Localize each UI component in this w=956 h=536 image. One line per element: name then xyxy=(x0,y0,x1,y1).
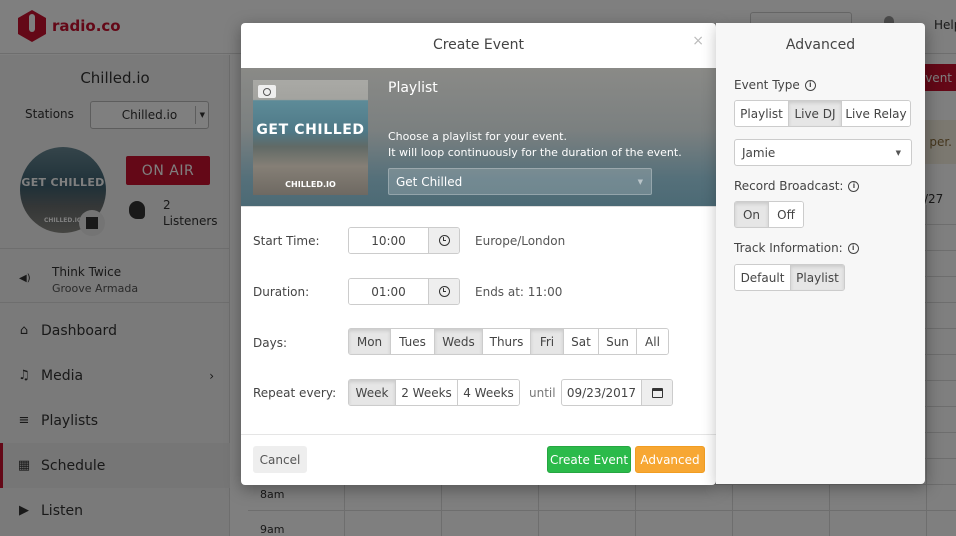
track-information-label: Track Information: i xyxy=(734,241,859,255)
playlist-select[interactable]: Get Chilled ▼ xyxy=(388,168,652,195)
advanced-panel: Advanced Event Type i Playlist Live DJ L… xyxy=(716,23,925,484)
playlist-section: GET CHILLED CHILLED.IO Playlist Choose a… xyxy=(241,68,716,207)
duration-input[interactable]: 01:00 xyxy=(348,278,460,305)
playlist-description-2: It will loop continuously for the durati… xyxy=(388,146,682,159)
timezone-label: Europe/London xyxy=(475,234,566,248)
record-on-button[interactable]: On xyxy=(735,202,769,227)
event-type-playlist-button[interactable]: Playlist xyxy=(735,101,789,126)
event-type-label-text: Event Type xyxy=(734,78,800,92)
record-off-button[interactable]: Off xyxy=(769,202,803,227)
record-broadcast-label: Record Broadcast: i xyxy=(734,179,860,193)
repeat-label: Repeat every: xyxy=(253,386,337,400)
calendar-icon xyxy=(651,387,663,398)
repeat-4-weeks-button[interactable]: 4 Weeks xyxy=(458,380,519,405)
clock-icon xyxy=(438,235,450,246)
event-type-live-relay-button[interactable]: Live Relay xyxy=(842,101,910,126)
playlist-art-title: GET CHILLED xyxy=(256,122,365,138)
duration-value[interactable]: 01:00 xyxy=(349,279,428,304)
days-button-group: Mon Tues Weds Thurs Fri Sat Sun All xyxy=(348,328,669,355)
playlist-heading: Playlist xyxy=(388,80,438,96)
day-all-button[interactable]: All xyxy=(637,329,668,354)
day-fri-button[interactable]: Fri xyxy=(531,329,564,354)
repeat-button-group: Week 2 Weeks 4 Weeks xyxy=(348,379,520,406)
info-icon[interactable]: i xyxy=(848,180,860,192)
day-sat-button[interactable]: Sat xyxy=(564,329,599,354)
until-label: until xyxy=(529,386,556,400)
start-time-picker-button[interactable] xyxy=(428,228,459,253)
create-event-button[interactable]: Create Event xyxy=(547,446,631,473)
playlist-art-subtitle: CHILLED.IO xyxy=(285,180,336,189)
repeat-2-weeks-button[interactable]: 2 Weeks xyxy=(396,380,458,405)
day-mon-button[interactable]: Mon xyxy=(349,329,391,354)
until-date-input[interactable]: 09/23/2017 xyxy=(561,379,673,406)
playlist-artwork[interactable]: GET CHILLED CHILLED.IO xyxy=(253,80,368,195)
info-icon[interactable]: i xyxy=(804,79,816,91)
create-event-modal: Create Event × GET CHILLED CHILLED.IO Pl… xyxy=(241,23,716,485)
track-information-toggle: Default Playlist xyxy=(734,264,845,291)
playlist-description-1: Choose a playlist for your event. xyxy=(388,130,567,143)
dj-select[interactable]: Jamie ▼ xyxy=(734,139,912,166)
caret-down-icon: ▼ xyxy=(637,177,643,186)
until-date-value[interactable]: 09/23/2017 xyxy=(562,380,641,405)
record-broadcast-label-text: Record Broadcast: xyxy=(734,179,844,193)
event-type-live-dj-button[interactable]: Live DJ xyxy=(789,101,842,126)
repeat-week-button[interactable]: Week xyxy=(349,380,396,405)
modal-title: Create Event xyxy=(432,37,525,53)
record-broadcast-toggle: On Off xyxy=(734,201,804,228)
advanced-button[interactable]: Advanced xyxy=(635,446,705,473)
footer-divider xyxy=(241,434,716,435)
day-thurs-button[interactable]: Thurs xyxy=(483,329,531,354)
start-time-input[interactable]: 10:00 xyxy=(348,227,460,254)
event-type-label: Event Type i xyxy=(734,78,816,92)
event-type-button-group: Playlist Live DJ Live Relay xyxy=(734,100,911,127)
start-time-value[interactable]: 10:00 xyxy=(349,228,428,253)
day-sun-button[interactable]: Sun xyxy=(599,329,637,354)
duration-label: Duration: xyxy=(253,285,310,299)
track-info-default-button[interactable]: Default xyxy=(735,265,791,290)
track-info-playlist-button[interactable]: Playlist xyxy=(791,265,844,290)
clock-icon xyxy=(438,286,450,297)
info-icon[interactable]: i xyxy=(847,242,859,254)
duration-picker-button[interactable] xyxy=(428,279,459,304)
days-label: Days: xyxy=(253,336,287,350)
day-weds-button[interactable]: Weds xyxy=(435,329,483,354)
dj-selected-value: Jamie xyxy=(742,145,776,160)
close-icon[interactable]: × xyxy=(692,33,704,49)
date-picker-button[interactable] xyxy=(641,380,672,405)
ends-at-label: Ends at: 11:00 xyxy=(475,285,563,299)
track-information-label-text: Track Information: xyxy=(734,241,843,255)
start-time-label: Start Time: xyxy=(253,234,320,248)
advanced-title: Advanced xyxy=(785,37,856,53)
cancel-button[interactable]: Cancel xyxy=(253,446,307,473)
day-tues-button[interactable]: Tues xyxy=(391,329,435,354)
playlist-selected-value: Get Chilled xyxy=(396,174,463,189)
caret-down-icon: ▼ xyxy=(895,148,901,157)
camera-icon[interactable] xyxy=(258,85,276,98)
